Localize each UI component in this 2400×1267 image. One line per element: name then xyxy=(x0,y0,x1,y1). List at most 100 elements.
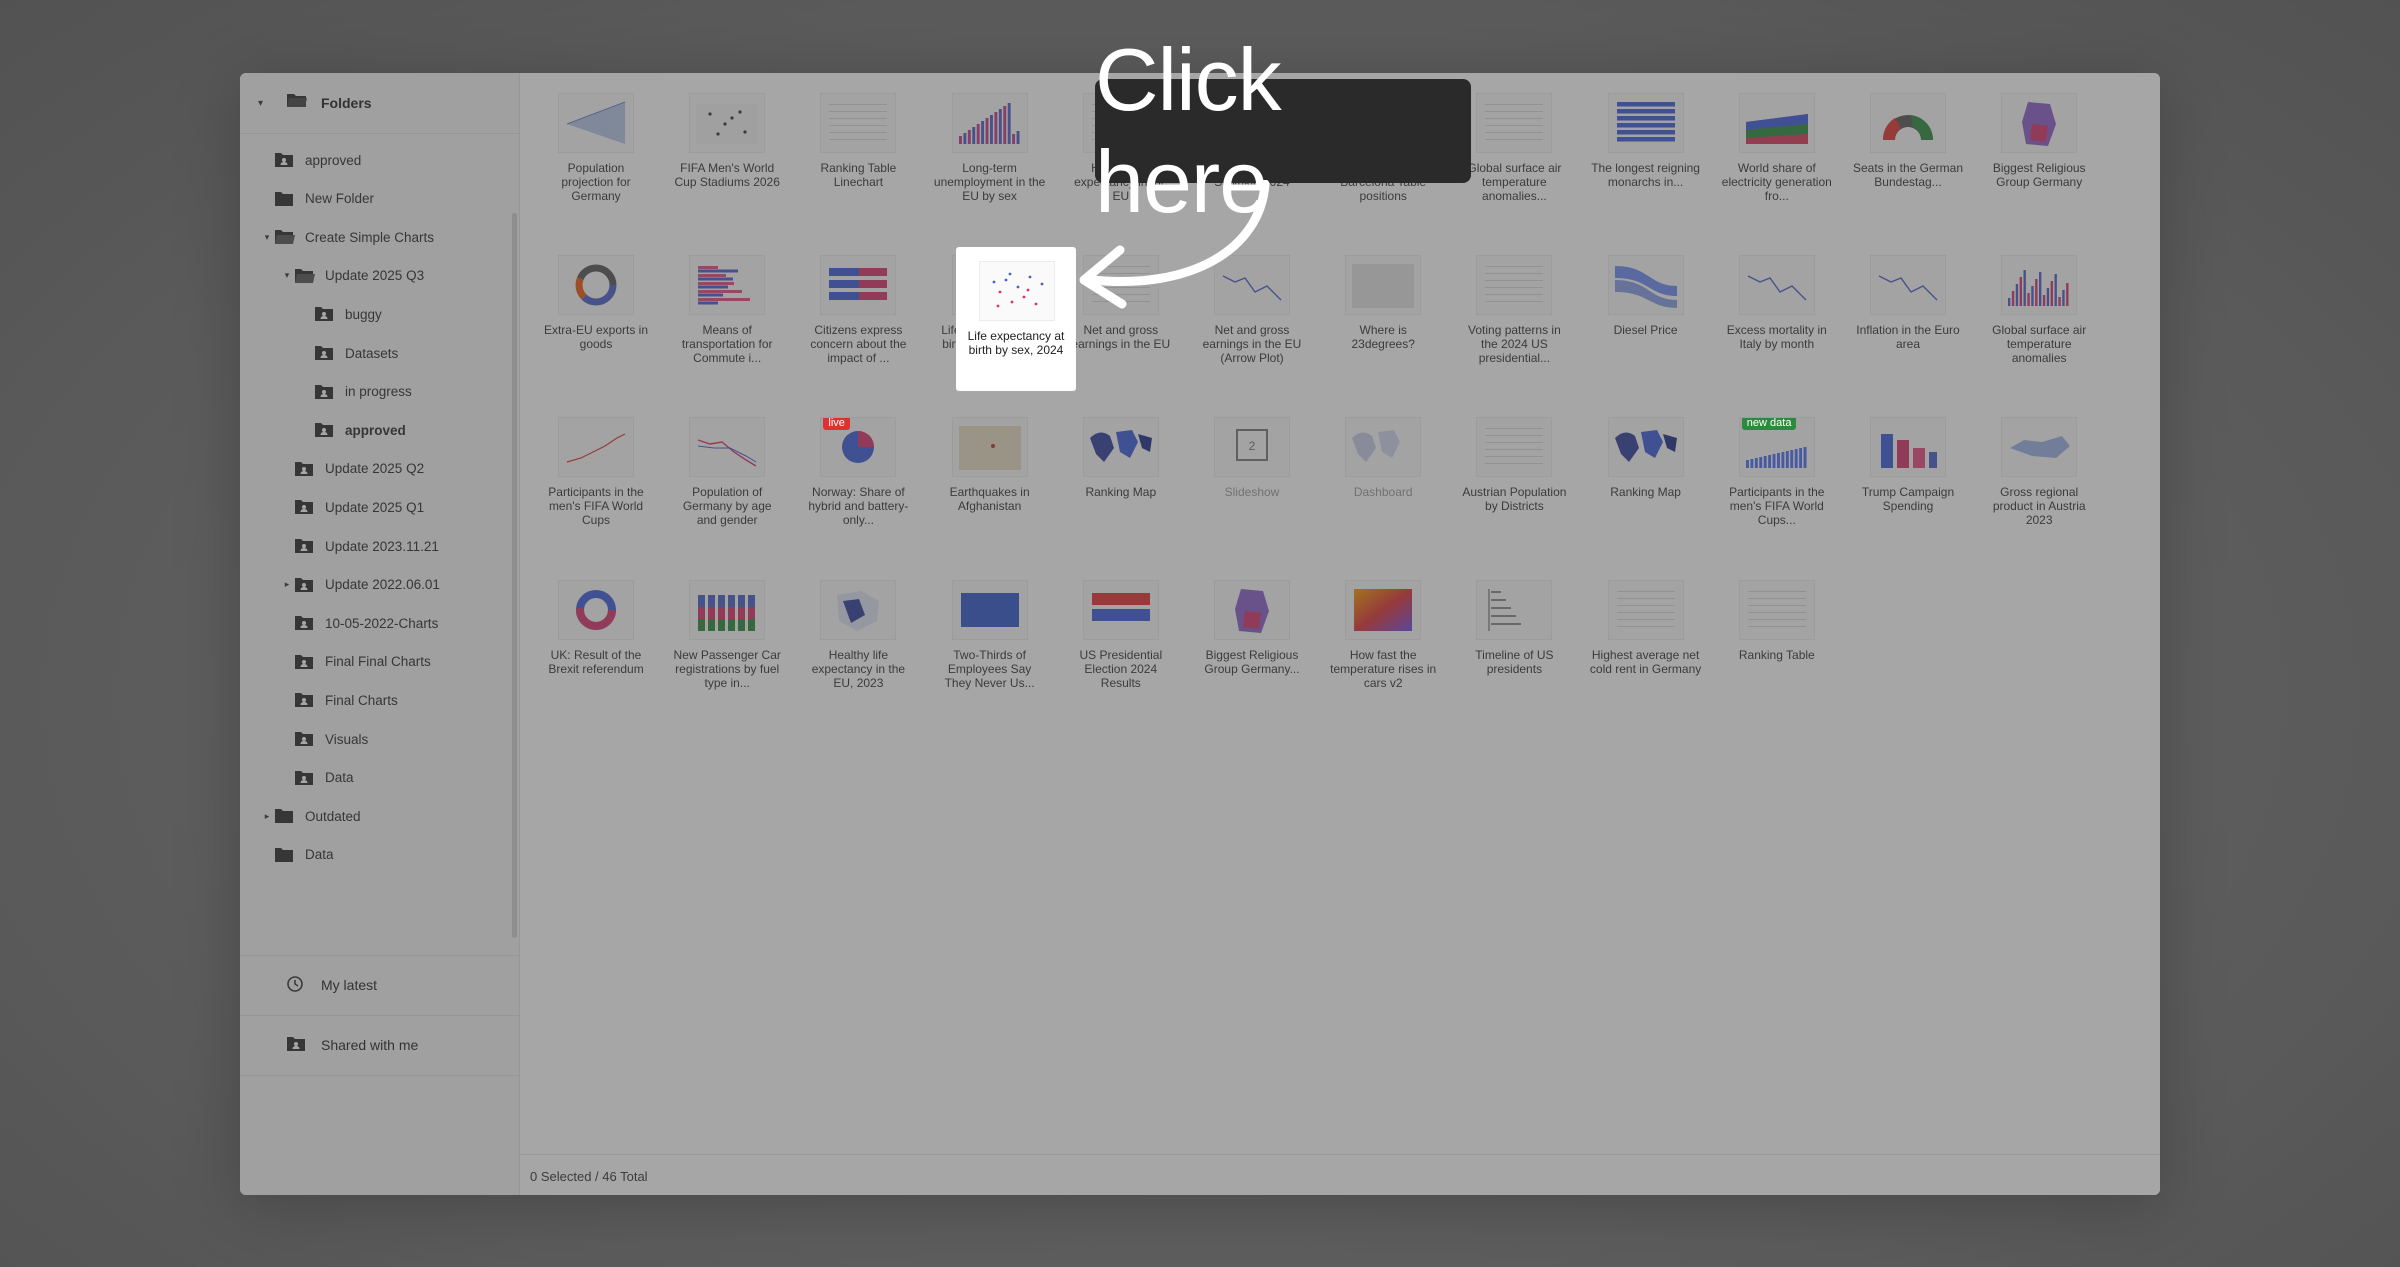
folders-header[interactable]: ▾ Folders xyxy=(240,73,519,134)
chart-title: Ranking Map xyxy=(1610,485,1681,499)
chart-tile[interactable]: Biggest Religious Group Germany... xyxy=(1187,560,1317,710)
chevron-right-icon[interactable]: ▸ xyxy=(280,579,294,590)
chevron-down-icon[interactable]: ▾ xyxy=(260,232,274,243)
tree-item-label: Update 2025 Q3 xyxy=(325,268,425,284)
chart-tile[interactable]: FIFA Men's World Cup Stadiums 2026 xyxy=(662,73,792,223)
shared-folder-icon xyxy=(314,345,336,361)
my-latest-label: My latest xyxy=(321,977,378,993)
chart-title: Healthy life expectancy in the EU, 2023 xyxy=(811,648,906,690)
tree-item[interactable]: Final Charts xyxy=(280,681,398,719)
chart-tile[interactable]: Extra-EU exports in goods xyxy=(531,235,661,385)
tree-item[interactable]: Datasets xyxy=(300,334,398,372)
chart-tile[interactable]: new data Participants in the men's FIFA W… xyxy=(1712,397,1842,547)
chart-tile[interactable]: Ranking Table Linechart xyxy=(793,73,923,223)
chart-tile[interactable]: live Norway: Share of hybrid and battery-… xyxy=(793,397,923,547)
chart-tile[interactable]: The longest reigning monarchs in... xyxy=(1581,73,1711,223)
chart-tile[interactable]: Ranking Map xyxy=(1581,397,1711,547)
chart-tile[interactable]: Highest average net cold rent in Germany xyxy=(1581,560,1711,710)
chart-title: Population of Germany by age and gender xyxy=(682,485,772,527)
tree-item-label: 10-05-2022-Charts xyxy=(325,615,439,631)
chart-tile[interactable]: Gross regional product in Austria 2023 xyxy=(1974,397,2104,547)
chart-title: Citizens express concern about the impac… xyxy=(810,323,907,365)
tree-item[interactable]: Visuals xyxy=(280,720,368,758)
tree-item[interactable]: Data xyxy=(280,759,354,797)
chart-title: Trump Campaign Spending xyxy=(1861,485,1955,513)
chart-tile[interactable]: Participants in the men's FIFA World Cup… xyxy=(531,397,661,547)
chart-title: Participants in the men's FIFA World Cup… xyxy=(548,485,644,527)
tree-item[interactable]: ▾ Create Simple Charts xyxy=(260,218,434,256)
tree-item[interactable]: ▾ Update 2025 Q3 xyxy=(280,257,424,295)
chart-title: Slideshow xyxy=(1224,485,1280,499)
chart-tile[interactable]: Population of Germany by age and gender xyxy=(662,397,792,547)
tree-item[interactable]: ▸ Outdated xyxy=(260,797,361,835)
tree-item[interactable]: Update 2025 Q2 xyxy=(280,450,424,488)
chart-thumbnail xyxy=(2001,255,2078,315)
chart-tile[interactable]: Timeline of US presidents xyxy=(1449,560,1579,710)
chart-tile[interactable]: Means of transportation for Commute i... xyxy=(662,235,792,385)
chart-title: World share of electricity generation fr… xyxy=(1721,161,1832,203)
tree-item[interactable]: Final Final Charts xyxy=(280,643,431,681)
chart-tile[interactable]: Dashboard xyxy=(1318,397,1448,547)
chart-tile[interactable]: Excess mortality in Italy by month xyxy=(1712,235,1842,385)
chart-thumbnail xyxy=(951,580,1028,640)
chart-title: Global surface air temperature anomalies… xyxy=(1467,161,1562,203)
chart-tile[interactable]: Global surface air temperature anomalies xyxy=(1974,235,2104,385)
shared-folder-icon xyxy=(294,499,316,515)
chart-tile[interactable]: How fast the temperature rises in cars v… xyxy=(1318,560,1448,710)
chart-title: Ranking Map xyxy=(1085,485,1157,499)
chart-tile[interactable]: Biggest Religious Group Germany xyxy=(1974,73,2104,223)
chevron-down-icon[interactable]: ▾ xyxy=(258,98,263,109)
chart-title: Life expectancy at birth by sex, 2024 xyxy=(967,329,1065,357)
chart-title: How fast the temperature rises in cars v… xyxy=(1330,648,1437,690)
chart-tile[interactable]: Diesel Price xyxy=(1581,235,1711,385)
tree-item[interactable]: approved xyxy=(300,411,406,449)
my-latest-link[interactable]: My latest xyxy=(240,956,519,1014)
tree-item[interactable]: New Folder xyxy=(260,180,374,218)
chart-tile[interactable]: Citizens express concern about the impac… xyxy=(793,235,923,385)
shared-folder-icon xyxy=(314,306,336,322)
chart-tile[interactable]: Voting patterns in the 2024 US president… xyxy=(1449,235,1579,385)
highlighted-chart-tile[interactable]: Life expectancy at birth by sex, 2024 xyxy=(956,247,1076,391)
tree-item[interactable]: buggy xyxy=(300,295,382,333)
chart-tile[interactable]: Population projection for Germany xyxy=(531,73,661,223)
chevron-right-icon[interactable]: ▸ xyxy=(260,811,274,822)
tree-item[interactable]: 10-05-2022-Charts xyxy=(280,604,438,642)
tree-item[interactable]: Data xyxy=(260,836,334,874)
chart-tile[interactable]: World share of electricity generation fr… xyxy=(1712,73,1842,223)
tree-item-label: Update 2023.11.21 xyxy=(325,538,439,554)
chart-tile[interactable]: Ranking Map xyxy=(1056,397,1186,547)
tree-item[interactable]: Update 2025 Q1 xyxy=(280,488,424,526)
chart-title: Inflation in the Euro area xyxy=(1856,323,1960,351)
chart-title: Biggest Religious Group Germany xyxy=(1992,161,2086,189)
chart-tile[interactable]: US Presidential Election 2024 Results xyxy=(1056,560,1186,710)
chart-tile[interactable]: New Passenger Car registrations by fuel … xyxy=(662,560,792,710)
chart-tile[interactable]: Earthquakes in Afghanistan xyxy=(925,397,1055,547)
chart-title: US Presidential Election 2024 Results xyxy=(1079,648,1163,690)
chart-tile[interactable]: Austrian Population by Districts xyxy=(1449,397,1579,547)
chart-title: Extra-EU exports in goods xyxy=(543,323,649,351)
tree-item[interactable]: in progress xyxy=(300,373,412,411)
tree-scrollbar[interactable] xyxy=(512,213,517,938)
chart-tile[interactable]: Trump Campaign Spending xyxy=(1843,397,1973,547)
chart-tile[interactable]: Where is 23degrees? xyxy=(1318,235,1448,385)
chart-tile[interactable]: 2 Slideshow xyxy=(1187,397,1317,547)
new-data-badge: new data xyxy=(1741,418,1797,430)
chart-thumbnail xyxy=(1607,417,1684,477)
tree-item[interactable]: approved xyxy=(260,141,361,179)
chart-tile[interactable]: Seats in the German Bundestag... xyxy=(1843,73,1973,223)
chart-tile[interactable]: Healthy life expectancy in the EU, 2023 xyxy=(793,560,923,710)
chart-thumbnail xyxy=(558,580,634,640)
tree-item-label: in progress xyxy=(345,384,412,400)
chart-tile[interactable]: UK: Result of the Brexit referendum xyxy=(531,560,661,710)
tree-item[interactable]: Update 2023.11.21 xyxy=(280,527,439,565)
chart-thumbnail xyxy=(1870,417,1946,477)
tree-item-label: Update 2025 Q2 xyxy=(325,461,425,477)
chart-tile[interactable]: Two-Thirds of Employees Say They Never U… xyxy=(925,560,1055,710)
chevron-down-icon[interactable]: ▾ xyxy=(280,270,294,281)
chart-thumbnail xyxy=(558,417,634,477)
chart-tile[interactable]: Inflation in the Euro area xyxy=(1843,235,1973,385)
tree-item[interactable]: ▸ Update 2022.06.01 xyxy=(280,566,440,604)
chart-tile[interactable]: Long-term unemployment in the EU by sex xyxy=(925,73,1055,223)
shared-with-me-link[interactable]: Shared with me xyxy=(240,1016,519,1074)
chart-tile[interactable]: Ranking Table xyxy=(1712,560,1842,710)
